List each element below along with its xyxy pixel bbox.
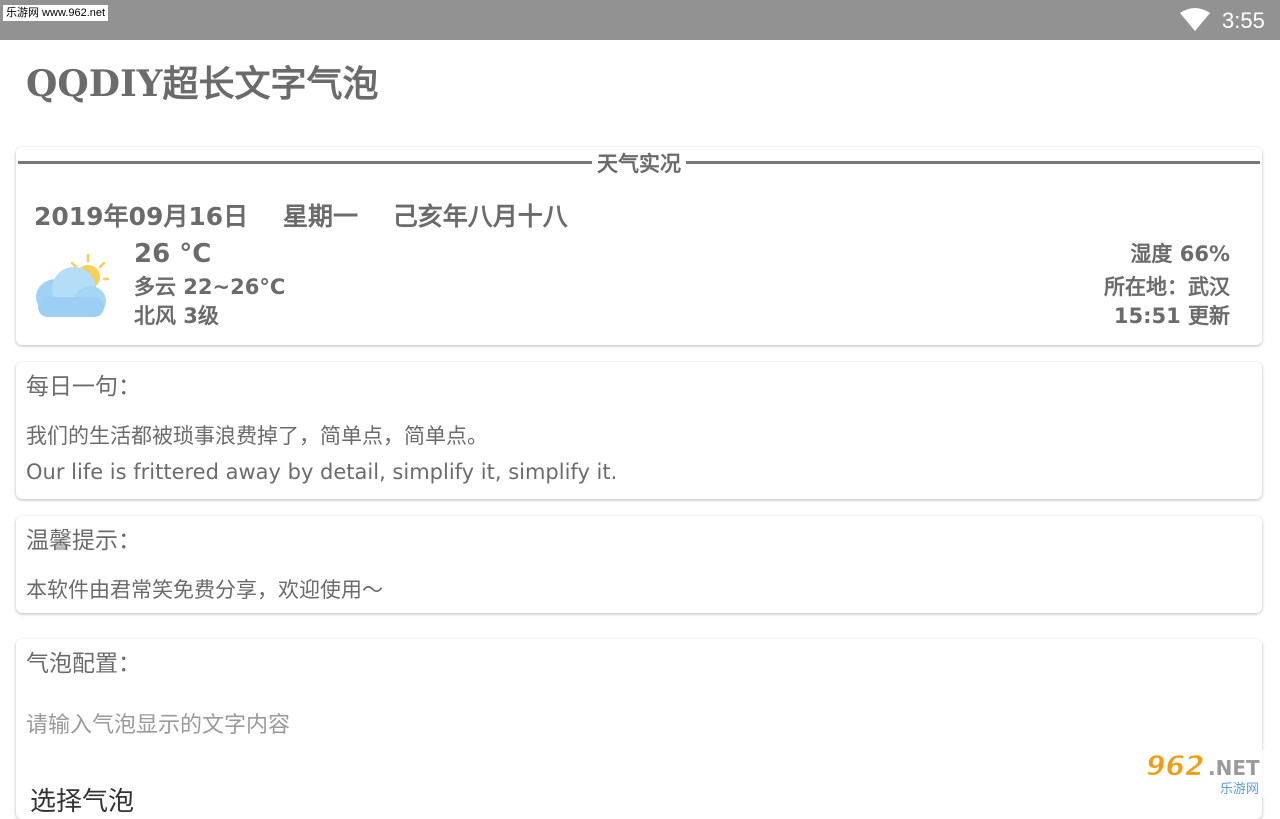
- weather-location: 所在地：武汉: [1104, 275, 1230, 299]
- status-bar: 乐游网 www.962.net 3:55: [0, 0, 1280, 40]
- tips-card: 温馨提示： 本软件由君常笑免费分享，欢迎使用～: [16, 516, 1262, 613]
- partly-cloudy-icon: [36, 253, 110, 317]
- weather-humidity: 湿度 66%: [1130, 242, 1230, 266]
- weather-card: 天气实况 2019年09月16日 星期一 己亥年八月十八 26 °C 多云 22…: [16, 147, 1262, 345]
- daily-quote-card: 每日一句： 我们的生活都被琐事浪费掉了，简单点，简单点。 Our life is…: [16, 362, 1262, 499]
- svg-text:乐游网: 乐游网: [1220, 782, 1259, 797]
- bubble-config-card: 气泡配置： 请输入气泡显示的文字内容 选择气泡: [16, 639, 1262, 819]
- daily-quote-chinese: 我们的生活都被琐事浪费掉了，简单点，简单点。: [26, 424, 488, 448]
- select-bubble-label[interactable]: 选择气泡: [30, 785, 134, 819]
- app-title: QQDIY超长文字气泡: [26, 63, 379, 105]
- tips-heading: 温馨提示：: [26, 528, 141, 554]
- weather-temperature: 26 °C: [134, 239, 212, 269]
- tips-text: 本软件由君常笑免费分享，欢迎使用～: [26, 578, 383, 602]
- weather-condition: 多云 22~26°C: [134, 275, 286, 299]
- divider: [686, 161, 1260, 164]
- daily-quote-heading: 每日一句：: [26, 374, 141, 400]
- daily-quote-english: Our life is frittered away by detail, si…: [26, 460, 618, 484]
- divider: [18, 161, 592, 164]
- weather-section-title: 天气实况: [597, 152, 681, 176]
- weather-wind: 北风 3级: [134, 304, 219, 328]
- bubble-text-input[interactable]: 请输入气泡显示的文字内容: [26, 711, 290, 741]
- weather-date: 2019年09月16日 星期一 己亥年八月十八: [34, 202, 568, 231]
- bubble-config-heading: 气泡配置：: [26, 651, 141, 677]
- watermark-label: 乐游网 www.962.net: [3, 5, 109, 21]
- wifi-icon: [1180, 8, 1210, 31]
- weather-update-time: 15:51 更新: [1113, 304, 1230, 328]
- svg-text:962: 962: [1146, 749, 1204, 782]
- site-logo: 962 .NET 乐游网: [1142, 749, 1276, 797]
- status-time: 3:55: [1222, 8, 1265, 33]
- svg-text:.NET: .NET: [1208, 756, 1260, 780]
